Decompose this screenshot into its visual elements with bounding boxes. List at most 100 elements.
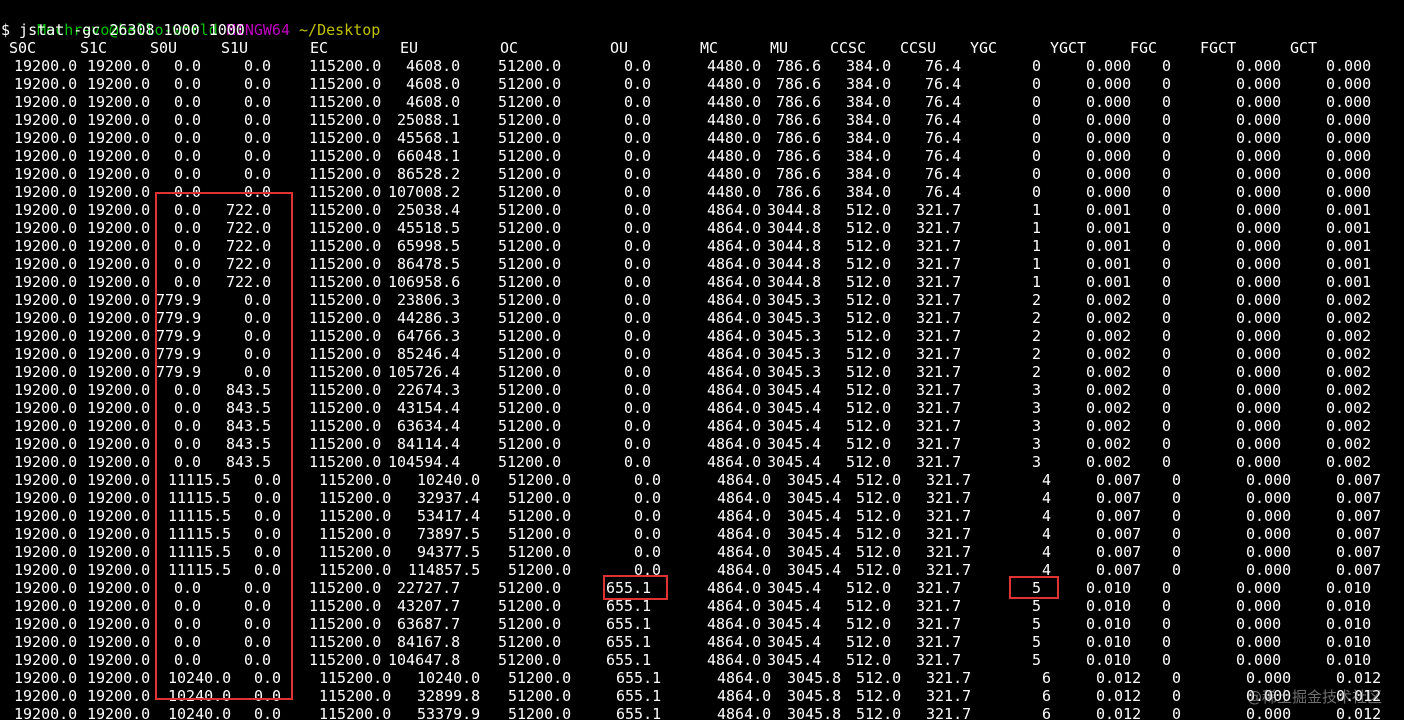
cell-ou: 0.0 <box>624 147 652 165</box>
column-header-ec: EC <box>310 39 329 57</box>
cell-ec: 115200.0 <box>309 183 382 201</box>
cell-eu: 45568.1 <box>397 129 461 147</box>
cell-ygct: 0.001 <box>1086 255 1132 273</box>
cell-gct: 0.001 <box>1326 201 1372 219</box>
cell-ygct: 0.001 <box>1086 273 1132 291</box>
cell-oc: 51200.0 <box>498 201 562 219</box>
cell-mc: 4480.0 <box>707 129 762 147</box>
cell-fgc: 0 <box>1172 525 1182 543</box>
cell-gct: 0.001 <box>1326 273 1372 291</box>
cell-ccsc: 384.0 <box>846 165 892 183</box>
cell-mu: 3045.3 <box>767 363 822 381</box>
cell-s1u: 0.0 <box>254 561 282 579</box>
cell-ec: 115200.0 <box>309 615 382 633</box>
cell-s1c: 19200.0 <box>87 57 151 75</box>
cell-oc: 51200.0 <box>498 219 562 237</box>
cell-ccsu: 76.4 <box>925 129 962 147</box>
cell-eu: 86528.2 <box>397 165 461 183</box>
cell-ccsu: 76.4 <box>925 147 962 165</box>
cell-s0u: 11115.5 <box>168 543 232 561</box>
cell-mu: 786.6 <box>776 57 822 75</box>
cell-s0u: 10240.0 <box>168 687 232 705</box>
cell-s1c: 19200.0 <box>87 219 151 237</box>
cell-ou: 655.1 <box>606 651 652 669</box>
cell-mc: 4480.0 <box>707 165 762 183</box>
cell-eu: 44286.3 <box>397 309 461 327</box>
cell-ec: 115200.0 <box>309 417 382 435</box>
cell-fgct: 0.000 <box>1246 669 1292 687</box>
cell-mc: 4864.0 <box>707 453 762 471</box>
terminal-window[interactable]: Mechrevo@hello-world MINGW64 ~/Desktop $… <box>0 0 1404 720</box>
cell-fgct: 0.000 <box>1246 507 1292 525</box>
cell-s0c: 19200.0 <box>14 561 78 579</box>
cell-oc: 51200.0 <box>498 165 562 183</box>
cell-ccsc: 512.0 <box>846 327 892 345</box>
cell-s0c: 19200.0 <box>14 525 78 543</box>
cell-ccsc: 512.0 <box>846 615 892 633</box>
cell-mu: 3045.4 <box>767 381 822 399</box>
cell-s1u: 0.0 <box>244 93 272 111</box>
cell-gct: 0.007 <box>1336 525 1382 543</box>
cell-ou: 0.0 <box>634 543 662 561</box>
cell-ccsu: 321.7 <box>916 399 962 417</box>
cell-mu: 3045.4 <box>767 435 822 453</box>
cell-s1u: 843.5 <box>226 417 272 435</box>
cell-s0u: 0.0 <box>174 453 202 471</box>
cell-ccsc: 512.0 <box>856 705 902 720</box>
command-line: $ jstat -gc 26308 1000 1000 <box>1 21 245 39</box>
cell-s1u: 722.0 <box>226 273 272 291</box>
cell-s0c: 19200.0 <box>14 75 78 93</box>
cell-ygc: 2 <box>1032 327 1042 345</box>
cell-mc: 4864.0 <box>707 381 762 399</box>
cell-fgc: 0 <box>1162 651 1172 669</box>
cell-s0u: 0.0 <box>174 219 202 237</box>
cell-s0c: 19200.0 <box>14 273 78 291</box>
cell-eu: 45518.5 <box>397 219 461 237</box>
cell-s1c: 19200.0 <box>87 543 151 561</box>
cell-s1u: 0.0 <box>244 309 272 327</box>
cell-s1c: 19200.0 <box>87 525 151 543</box>
cell-ygct: 0.010 <box>1086 597 1132 615</box>
cell-ec: 115200.0 <box>309 633 382 651</box>
cell-mu: 3045.4 <box>767 651 822 669</box>
cell-ccsc: 512.0 <box>846 255 892 273</box>
cell-s1u: 0.0 <box>244 597 272 615</box>
cell-s1u: 0.0 <box>254 507 282 525</box>
cell-ygc: 3 <box>1032 399 1042 417</box>
cell-ygc: 1 <box>1032 273 1042 291</box>
cell-fgc: 0 <box>1172 561 1182 579</box>
cell-s1u: 0.0 <box>244 147 272 165</box>
cell-fgc: 0 <box>1162 453 1172 471</box>
cell-ou: 655.1 <box>606 597 652 615</box>
cell-ygc: 2 <box>1032 291 1042 309</box>
cell-fgc: 0 <box>1162 363 1172 381</box>
cell-s0u: 0.0 <box>174 633 202 651</box>
column-header-eu: EU <box>400 39 419 57</box>
cell-gct: 0.002 <box>1326 309 1372 327</box>
cell-fgct: 0.000 <box>1236 219 1282 237</box>
cell-ygc: 1 <box>1032 219 1042 237</box>
cell-ccsu: 76.4 <box>925 57 962 75</box>
cell-ec: 115200.0 <box>319 489 392 507</box>
cell-ou: 0.0 <box>624 201 652 219</box>
column-header-oc: OC <box>500 39 519 57</box>
cell-ec: 115200.0 <box>309 291 382 309</box>
cell-mc: 4864.0 <box>707 345 762 363</box>
cell-oc: 51200.0 <box>498 237 562 255</box>
cell-ygc: 0 <box>1032 183 1042 201</box>
cell-ccsc: 512.0 <box>846 381 892 399</box>
cell-s1u: 843.5 <box>226 381 272 399</box>
cell-s0c: 19200.0 <box>14 237 78 255</box>
cell-gct: 0.001 <box>1326 255 1372 273</box>
cell-oc: 51200.0 <box>498 129 562 147</box>
cell-eu: 23806.3 <box>397 291 461 309</box>
cell-ygc: 4 <box>1042 543 1052 561</box>
cell-ou: 0.0 <box>624 345 652 363</box>
cell-s0c: 19200.0 <box>14 183 78 201</box>
prompt-cwd: ~/Desktop <box>299 21 381 39</box>
cell-eu: 105726.4 <box>388 363 461 381</box>
cell-s0c: 19200.0 <box>14 669 78 687</box>
cell-s1c: 19200.0 <box>87 237 151 255</box>
cell-oc: 51200.0 <box>508 543 572 561</box>
cell-ygc: 0 <box>1032 57 1042 75</box>
